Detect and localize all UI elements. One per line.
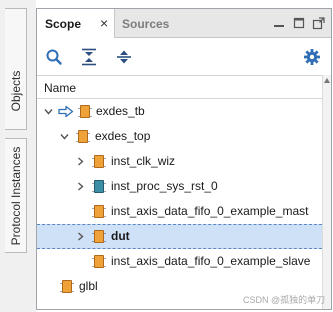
scroll-up-icon[interactable] [324,78,330,83]
scope-window: Objects Protocol Instances Scope × Sourc… [0,0,333,312]
module-icon [78,105,92,118]
maximize-icon[interactable] [291,15,307,31]
side-tab-protocol-instances[interactable]: Protocol Instances [5,138,27,253]
tree-row[interactable]: exdes_top [37,124,322,149]
tab-bar: Scope × Sources [37,9,331,38]
module-icon [92,255,106,268]
chevron-right-icon[interactable] [76,182,85,191]
module-icon [60,280,74,293]
chevron-right-icon[interactable] [76,157,85,166]
top-level-arrow-icon [58,105,74,118]
module-icon [92,230,106,243]
module-icon [92,205,106,218]
side-tab-protocol-label: Protocol Instances [8,146,23,245]
close-icon[interactable]: × [100,16,108,30]
chevron-right-icon[interactable] [76,232,85,241]
tree-row-label: inst_proc_sys_rst_0 [111,179,218,193]
tree-row-label: exdes_top [95,129,151,143]
side-tab-objects-label: Objects [8,70,23,112]
module-icon [92,155,106,168]
module-icon [92,180,106,193]
tree-row[interactable]: exdes_tb [37,99,322,124]
chevron-down-icon[interactable] [60,132,69,141]
search-icon[interactable] [45,48,63,66]
column-header-name: Name [44,81,77,95]
tab-scope[interactable]: Scope × [37,9,115,38]
tree-row-label: exdes_tb [96,104,145,118]
float-window-icon[interactable] [311,15,327,31]
scope-panel: Scope × Sources Name exdes_tb exdes_top … [36,8,332,310]
scope-toolbar [37,39,331,75]
tree-row-selected[interactable]: dut [37,224,322,249]
chevron-down-icon[interactable] [44,107,53,116]
tree-row-label: dut [111,229,130,243]
tab-scope-label: Scope [45,17,82,31]
tree-row[interactable]: inst_axis_data_fifo_0_example_mast [37,199,322,224]
minimize-icon[interactable] [271,15,287,31]
tree-row[interactable]: inst_proc_sys_rst_0 [37,174,322,199]
side-tab-objects[interactable]: Objects [5,8,27,130]
side-tab-strip: Objects Protocol Instances [0,0,36,312]
tree-row-label: inst_axis_data_fifo_0_example_mast [111,204,309,218]
tree-row-label: inst_clk_wiz [111,154,176,168]
column-header[interactable]: Name [37,75,322,99]
collapse-all-icon[interactable] [80,48,98,66]
module-icon [76,130,90,143]
scope-tree: exdes_tb exdes_top inst_clk_wiz inst_pro… [37,99,322,309]
tree-row-label: glbl [79,279,98,293]
tree-row-label: inst_axis_data_fifo_0_example_slave [111,254,311,268]
expand-all-icon[interactable] [115,48,133,66]
gear-icon[interactable] [303,48,321,66]
vertical-scrollbar[interactable] [322,75,331,309]
watermark: CSDN @孤独的单刀 [243,295,326,305]
tab-sources[interactable]: Sources [122,17,169,31]
tree-row[interactable]: inst_clk_wiz [37,149,322,174]
tree-row[interactable]: inst_axis_data_fifo_0_example_slave [37,249,322,274]
